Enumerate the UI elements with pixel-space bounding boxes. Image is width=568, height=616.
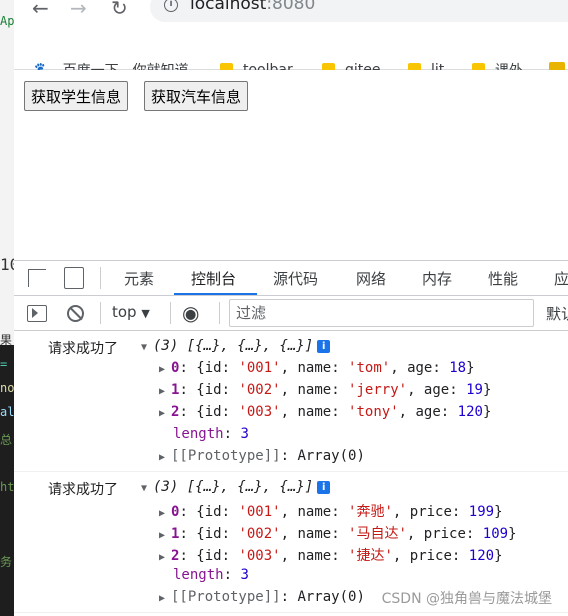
show-sidebar-icon[interactable] (27, 305, 47, 322)
console-output: 请求成功了 ▼ (3) [{…}, {…}, {…}] i ▶ 0: {id: '00… (14, 331, 568, 613)
console-message: 请求成功了 ▼ (3) [{…}, {…}, {…}] i ▶ 0: {id: '00… (14, 331, 568, 472)
expanded-triangle-icon: ▼ (141, 483, 148, 494)
info-badge-icon: i (317, 340, 331, 353)
tab-sources[interactable]: 源代码 (273, 268, 318, 289)
collapsed-triangle-icon: ▶ (159, 408, 166, 419)
background-editor-strip: Ap 10 果 = no al 总 ht 务 (0, 0, 14, 616)
info-badge-icon: i (317, 481, 331, 494)
editor-fragment: = (0, 357, 8, 371)
array-item[interactable]: ▶ 1: {id: '002', name: 'jerry', age: 19} (159, 382, 491, 402)
tab-console[interactable]: 控制台 (191, 268, 236, 289)
live-expression-eye-icon[interactable]: ◉ (182, 301, 199, 325)
tab-elements[interactable]: 元素 (124, 268, 154, 289)
address-url: localhost:8080 (190, 0, 316, 14)
active-tab-indicator (174, 293, 257, 295)
editor-fragment: al (0, 405, 14, 419)
log-prefix: 请求成功了 (48, 482, 118, 498)
devtools-tab-bar: 元素 控制台 源代码 网络 内存 性能 应 (14, 260, 568, 296)
array-item[interactable]: ▶ 2: {id: '003', name: 'tony', age: 120} (159, 404, 491, 424)
collapsed-triangle-icon: ▶ (159, 508, 166, 519)
editor-fragment: Ap (0, 14, 14, 28)
collapsed-triangle-icon: ▶ (159, 386, 166, 397)
bookmarks-bar: 🐾 百度一下，你就知道 toolbar gitee lit 课外 (14, 22, 568, 79)
get-student-info-button[interactable]: 获取学生信息 (24, 81, 129, 111)
expanded-triangle-icon: ▼ (141, 342, 148, 353)
console-toolbar: top ▼ ◉ 默认 (14, 296, 568, 331)
tab-memory[interactable]: 内存 (422, 268, 452, 289)
collapsed-triangle-icon: ▶ (159, 452, 166, 463)
browser-window: ← → ↻ i localhost:8080 🐾 百度一下，你就知道 toolb… (14, 0, 568, 616)
array-length: length: 3 (173, 426, 249, 442)
tab-application[interactable]: 应 (554, 268, 568, 289)
log-levels-dropdown[interactable]: 默认 (546, 303, 568, 324)
reload-icon[interactable]: ↻ (111, 0, 128, 20)
array-item[interactable]: ▶ 0: {id: '001', name: 'tom', age: 18} (159, 360, 475, 380)
collapsed-triangle-icon: ▶ (159, 364, 166, 375)
editor-fragment: 总 (0, 433, 13, 447)
inspect-element-icon[interactable] (28, 269, 46, 287)
console-filter-input[interactable] (230, 300, 533, 326)
array-prototype[interactable]: ▶ [[Prototype]]: Array(0) (159, 448, 365, 468)
array-summary[interactable]: ▼ (3) [{…}, {…}, {…}] i (141, 479, 331, 499)
editor-fragment: no (0, 381, 14, 395)
address-bar[interactable]: i localhost:8080 (150, 0, 568, 22)
devtools-panel: 元素 控制台 源代码 网络 内存 性能 应 top ▼ ◉ 默认 请求成功 (14, 260, 568, 616)
editor-fragment: 务 (0, 555, 13, 569)
array-prototype[interactable]: ▶ [[Prototype]]: Array(0) (159, 589, 365, 609)
collapsed-triangle-icon: ▶ (159, 530, 166, 541)
tab-network[interactable]: 网络 (356, 268, 386, 289)
collapsed-triangle-icon: ▶ (159, 593, 166, 604)
tab-performance[interactable]: 性能 (488, 268, 518, 289)
array-summary[interactable]: ▼ (3) [{…}, {…}, {…}] i (141, 338, 331, 358)
console-filter-box[interactable] (229, 299, 534, 327)
array-item[interactable]: ▶ 1: {id: '002', name: '马自达', price: 109} (159, 523, 517, 543)
csdn-watermark: CSDN @独角兽与魔法城堡 (381, 588, 552, 608)
array-length: length: 3 (173, 567, 249, 583)
browser-nav-bar: ← → ↻ i localhost:8080 (14, 0, 568, 22)
page-content: 获取学生信息 获取汽车信息 (14, 70, 568, 260)
array-item[interactable]: ▶ 0: {id: '001', name: '奔驰', price: 199} (159, 501, 503, 521)
log-prefix: 请求成功了 (48, 341, 118, 357)
back-arrow-icon[interactable]: ← (32, 0, 49, 20)
dropdown-arrow-icon: ▼ (141, 307, 150, 320)
collapsed-triangle-icon: ▶ (159, 552, 166, 563)
device-toolbar-icon[interactable] (64, 267, 84, 289)
array-item[interactable]: ▶ 2: {id: '003', name: '捷达', price: 120} (159, 545, 503, 565)
forward-arrow-icon[interactable]: → (70, 0, 87, 20)
site-info-icon[interactable]: i (164, 0, 178, 12)
get-car-info-button[interactable]: 获取汽车信息 (144, 81, 249, 111)
editor-fragment: ht (0, 480, 14, 494)
clear-console-icon[interactable] (67, 305, 84, 322)
editor-fragment: 10 (0, 255, 14, 274)
context-selector[interactable]: top ▼ (112, 303, 150, 321)
